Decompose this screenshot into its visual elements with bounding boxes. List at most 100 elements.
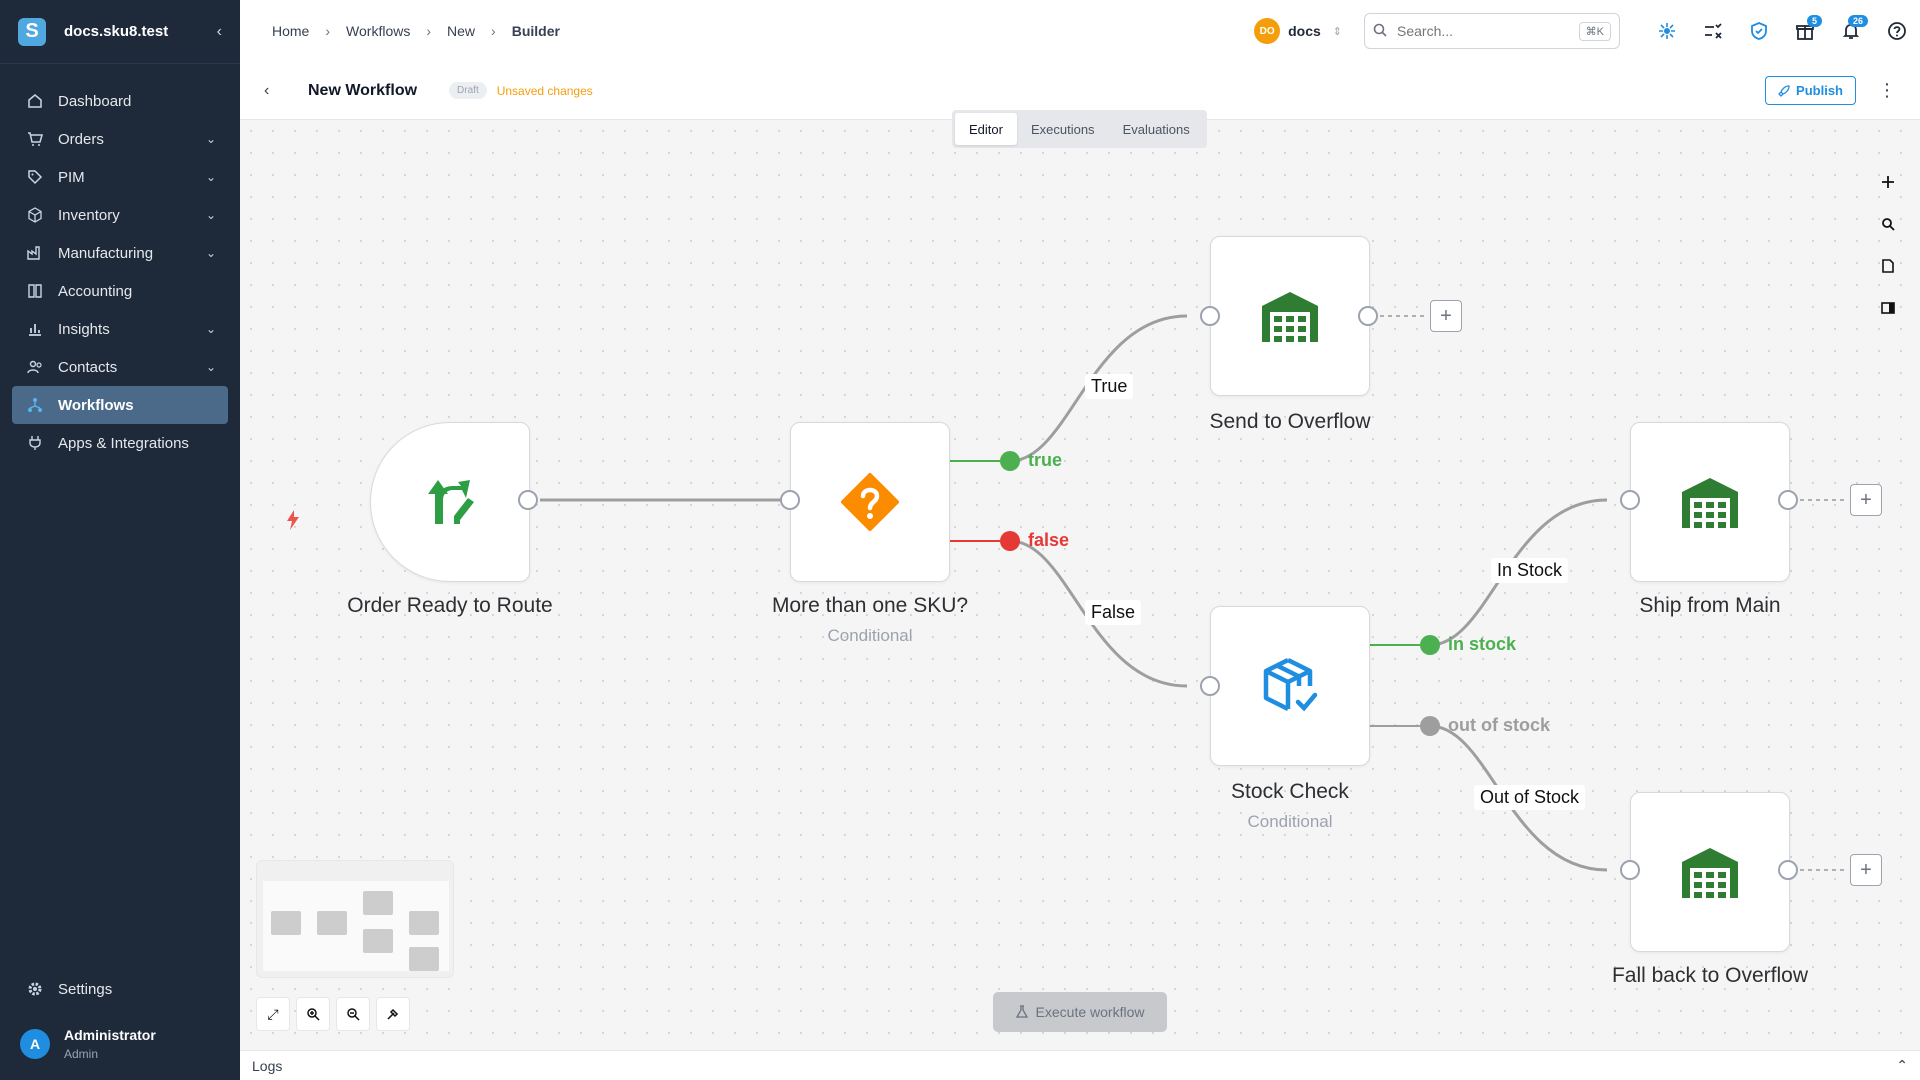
sidebar-item-dashboard[interactable]: Dashboard <box>0 82 240 120</box>
zoom-in-icon[interactable] <box>296 997 330 1031</box>
sidebar-item-insights[interactable]: Insights ⌄ <box>0 310 240 348</box>
help-button[interactable] <box>1874 11 1920 51</box>
chart-icon <box>24 318 46 340</box>
breadcrumb-home[interactable]: Home <box>272 23 309 39</box>
search-input[interactable] <box>1397 23 1579 39</box>
user-menu[interactable]: A Administrator Admin <box>0 1008 240 1080</box>
tab-editor[interactable]: Editor <box>955 113 1017 145</box>
port-overflow-in[interactable] <box>1200 306 1220 326</box>
add-node-button[interactable]: + <box>1850 484 1882 516</box>
port-main-out[interactable] <box>1778 490 1798 510</box>
factory-icon <box>24 242 46 264</box>
output-false-dot[interactable] <box>1000 531 1020 551</box>
logs-label: Logs <box>252 1057 283 1074</box>
chevron-down-icon: ⌄ <box>205 322 216 336</box>
port-trigger-out[interactable] <box>518 490 538 510</box>
add-node-button[interactable]: + <box>1430 300 1462 332</box>
minimap[interactable] <box>256 860 454 978</box>
tasks-button[interactable] <box>1690 11 1736 51</box>
zoom-out-icon[interactable] <box>336 997 370 1031</box>
back-arrow-icon[interactable]: ‹ <box>264 82 284 100</box>
minimap-node <box>271 911 301 935</box>
node-stock-check[interactable] <box>1210 606 1370 766</box>
port-overflow-out[interactable] <box>1358 306 1378 326</box>
workflow-title[interactable]: New Workflow <box>308 82 417 100</box>
output-false-label: false <box>1028 530 1070 550</box>
node-cond-sku[interactable] <box>790 422 950 582</box>
breadcrumb-builder: Builder <box>511 23 560 39</box>
output-in-stock-dot[interactable] <box>1420 635 1440 655</box>
sidebar-item-contacts[interactable]: Contacts ⌄ <box>0 348 240 386</box>
sidebar-item-manufacturing[interactable]: Manufacturing ⌄ <box>0 234 240 272</box>
output-true-label: true <box>1028 450 1063 470</box>
breadcrumb-new[interactable]: New <box>447 23 475 39</box>
notifications-button[interactable]: 26 <box>1828 11 1874 51</box>
rocket-icon <box>1778 84 1790 97</box>
sidebar-item-label: Accounting <box>58 282 133 300</box>
tab-executions[interactable]: Executions <box>1017 113 1109 145</box>
sidebar-item-orders[interactable]: Orders ⌄ <box>0 120 240 158</box>
sidebar-item-accounting[interactable]: Accounting <box>0 272 240 310</box>
security-button[interactable] <box>1736 11 1782 51</box>
sidebar-item-pim[interactable]: PIM ⌄ <box>0 158 240 196</box>
node-fallback-overflow[interactable] <box>1630 792 1790 952</box>
search-nodes-icon[interactable] <box>1876 212 1900 236</box>
port-fallback-in[interactable] <box>1620 860 1640 880</box>
publish-label: Publish <box>1796 83 1843 98</box>
output-out-of-stock-dot[interactable] <box>1420 716 1440 736</box>
sticky-note-icon[interactable] <box>1876 254 1900 278</box>
port-cond-sku-in[interactable] <box>780 490 800 510</box>
execute-workflow-button[interactable]: Execute workflow <box>993 992 1167 1032</box>
output-in-stock-label: in stock <box>1448 634 1517 654</box>
node-trigger[interactable] <box>370 422 530 582</box>
cart-icon <box>24 128 46 150</box>
node-send-overflow[interactable] <box>1210 236 1370 396</box>
sidebar-item-inventory[interactable]: Inventory ⌄ <box>0 196 240 234</box>
trigger-bolt-icon <box>286 510 300 535</box>
warehouse-icon <box>1682 848 1738 898</box>
gift-badge: 5 <box>1806 15 1822 27</box>
search-box[interactable]: ⌘K <box>1364 13 1620 49</box>
sidebar-item-workflows[interactable]: Workflows <box>12 386 228 424</box>
chevron-up-icon[interactable]: ⌃ <box>1896 1057 1908 1074</box>
port-main-in[interactable] <box>1620 490 1640 510</box>
node-ship-main[interactable] <box>1630 422 1790 582</box>
sidebar-header: S docs.sku8.test ‹ <box>0 0 240 64</box>
port-stock-in[interactable] <box>1200 676 1220 696</box>
port-fallback-out[interactable] <box>1778 860 1798 880</box>
panel-toggle-icon[interactable] <box>1876 296 1900 320</box>
tag-icon <box>24 166 46 188</box>
node-stock-check-sub: Conditional <box>1247 812 1333 831</box>
add-node-icon[interactable] <box>1876 170 1900 194</box>
breadcrumb: Home › Workflows › New › Builder <box>272 23 1254 39</box>
chevron-down-icon: ⌄ <box>205 170 216 184</box>
question-diamond-icon <box>841 473 899 531</box>
add-node-button[interactable]: + <box>1850 854 1882 886</box>
ai-sparkle-button[interactable] <box>1644 11 1690 51</box>
search-shortcut: ⌘K <box>1578 21 1611 41</box>
breadcrumb-workflows[interactable]: Workflows <box>346 23 410 39</box>
chevron-down-icon: ⌄ <box>205 132 216 146</box>
gifts-button[interactable]: 5 <box>1782 11 1828 51</box>
workspace-avatar: DO <box>1254 18 1281 44</box>
minimap-viewport <box>263 881 449 971</box>
sidebar-item-label: Inventory <box>58 206 120 224</box>
sidebar-nav: Dashboard Orders ⌄ PIM ⌄ Inventory ⌄ Man… <box>0 64 240 462</box>
tidy-up-icon[interactable] <box>376 997 410 1031</box>
sidebar-item-settings[interactable]: Settings <box>0 970 240 1008</box>
collapse-sidebar-icon[interactable]: ‹ <box>217 23 222 41</box>
more-options-icon[interactable]: ⋮ <box>1878 80 1896 101</box>
tab-evaluations[interactable]: Evaluations <box>1109 113 1204 145</box>
output-true-dot[interactable] <box>1000 451 1020 471</box>
gear-icon <box>24 978 46 1000</box>
logs-panel[interactable]: Logs ⌃ <box>240 1050 1920 1080</box>
sidebar-item-label: Workflows <box>58 396 134 414</box>
minimap-node <box>409 911 439 935</box>
sidebar-item-apps-integrations[interactable]: Apps & Integrations <box>0 424 240 462</box>
workspace-switcher[interactable]: DO docs ⇕ <box>1254 18 1342 44</box>
fit-view-icon[interactable]: ⤢ <box>256 997 290 1031</box>
sidebar-item-label: Contacts <box>58 358 118 376</box>
chevron-updown-icon: ⇕ <box>1332 25 1342 38</box>
app-logo: S <box>18 17 46 46</box>
publish-button[interactable]: Publish <box>1765 76 1856 105</box>
